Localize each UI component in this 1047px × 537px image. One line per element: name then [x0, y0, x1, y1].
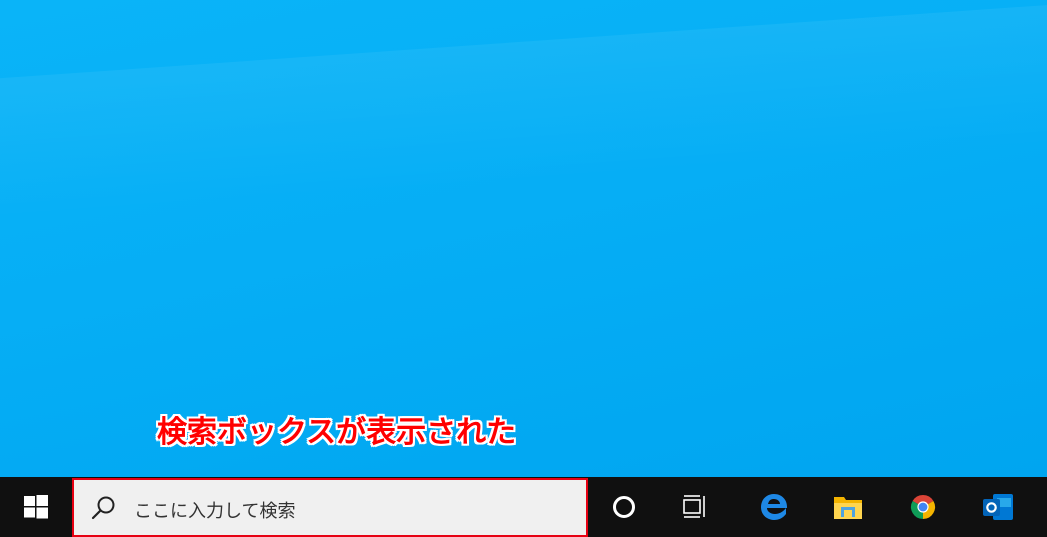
- search-box[interactable]: ここに入力して検索: [72, 478, 588, 537]
- chrome-icon: [910, 494, 936, 519]
- taskbar: ここに入力して検索: [0, 477, 1047, 537]
- cortana-button[interactable]: [596, 477, 652, 537]
- chrome-button[interactable]: [895, 477, 951, 537]
- task-view-button[interactable]: [668, 477, 724, 537]
- edge-button[interactable]: [746, 477, 802, 537]
- outlook-button[interactable]: [970, 477, 1026, 537]
- edge-icon: [761, 494, 788, 520]
- annotation-caption: 検索ボックスが表示された: [157, 415, 517, 450]
- task-view-icon: [683, 495, 705, 518]
- file-explorer-icon: [834, 497, 862, 519]
- search-icon: [91, 496, 115, 520]
- search-placeholder: ここに入力して検索: [134, 501, 296, 522]
- desktop-light-beam: [0, 0, 1047, 226]
- file-explorer-button[interactable]: [820, 477, 876, 537]
- desktop-background: [0, 0, 1047, 477]
- cortana-icon: [613, 496, 635, 518]
- start-button[interactable]: [8, 477, 64, 537]
- outlook-icon: [983, 494, 1013, 520]
- windows-start-icon: [24, 495, 48, 519]
